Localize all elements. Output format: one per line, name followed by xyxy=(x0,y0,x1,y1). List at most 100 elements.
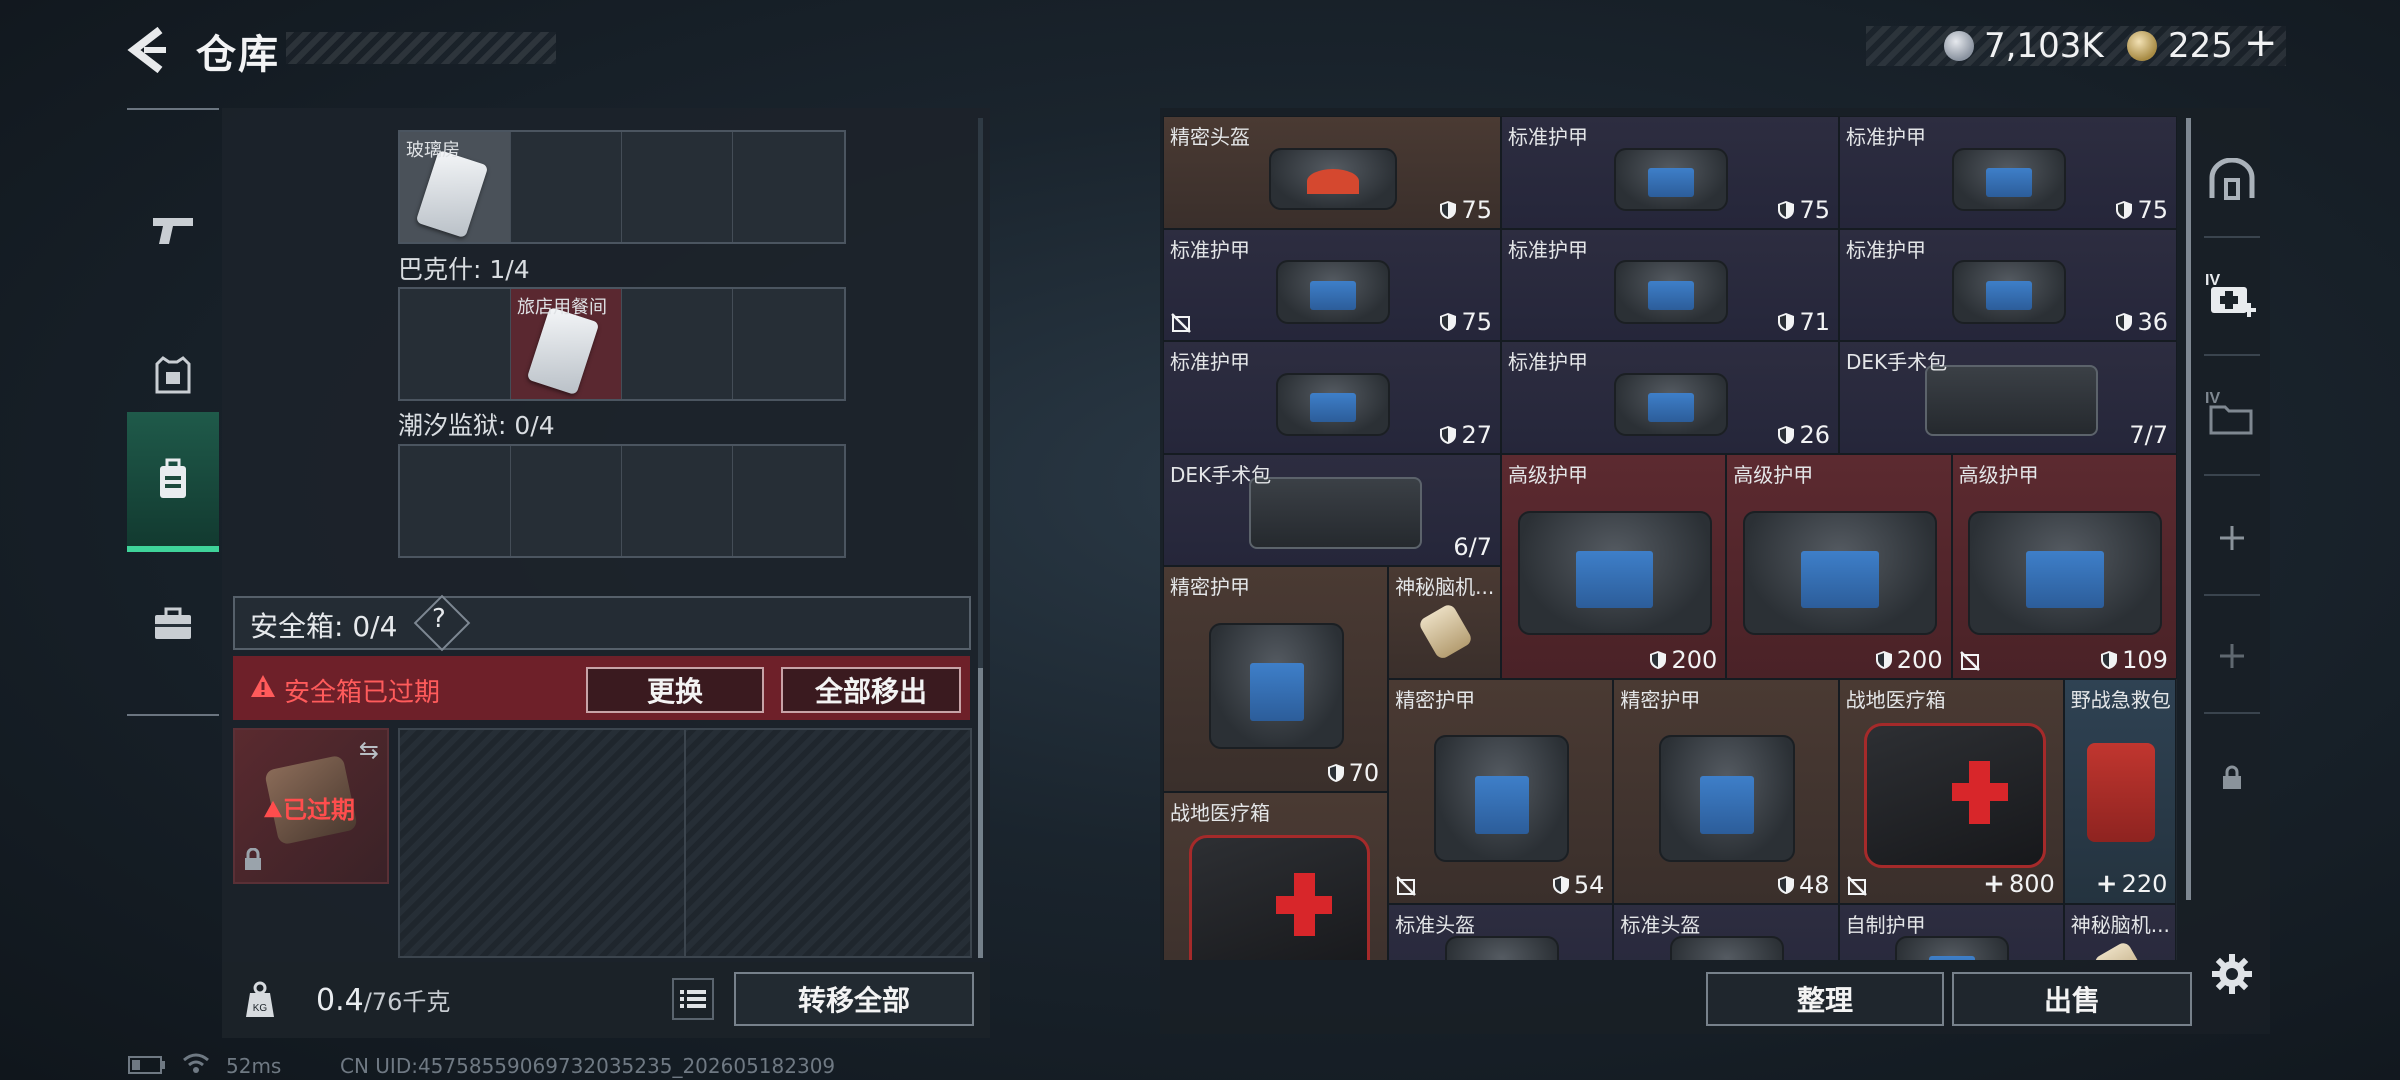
replace-button[interactable]: 更换 xyxy=(586,667,764,713)
shield-icon xyxy=(1650,650,1667,669)
empty-slot[interactable] xyxy=(622,289,733,399)
brain-device-image xyxy=(1417,602,1474,662)
inventory-item[interactable]: 神秘脑机... xyxy=(2063,904,2177,960)
transfer-all-button[interactable]: 转移全部 xyxy=(734,972,974,1026)
inventory-item[interactable]: 精密护甲 48 xyxy=(1613,679,1839,905)
inventory-item[interactable]: 标准护甲 75 xyxy=(1163,228,1501,342)
helmet-slot-icon xyxy=(2209,158,2255,200)
inventory-item[interactable]: 战地医疗箱 +800 xyxy=(1838,679,2064,905)
item-durability: 6/7 xyxy=(1453,533,1492,562)
empty-slot[interactable] xyxy=(400,446,511,556)
shield-icon xyxy=(1440,200,1457,219)
inventory-item[interactable]: 标准护甲 26 xyxy=(1501,341,1839,454)
helmet-image xyxy=(1268,148,1398,211)
divider xyxy=(2204,474,2260,476)
inventory-item[interactable]: 标准护甲 75 xyxy=(1501,116,1839,229)
heal-icon: + xyxy=(1983,869,2005,900)
armor-vest-image xyxy=(1517,511,1712,636)
inventory-item[interactable]: 自制护甲 xyxy=(1838,904,2064,960)
item-name: 战地医疗箱 xyxy=(1170,800,1270,825)
add-slot-tab[interactable] xyxy=(2204,628,2260,684)
folder-slot-tab[interactable]: IV xyxy=(2204,384,2260,440)
nav-backpack[interactable] xyxy=(127,412,219,552)
side-nav xyxy=(127,108,219,716)
empty-slot[interactable] xyxy=(733,132,844,242)
lock-icon xyxy=(2223,765,2241,789)
inventory-item[interactable]: 战地医疗箱 xyxy=(1163,791,1389,960)
shield-icon xyxy=(1440,313,1457,332)
inventory-item[interactable]: 精密护甲 70 xyxy=(1163,566,1389,792)
shield-icon xyxy=(1552,876,1569,895)
safebox-item[interactable]: ⇆ 已过期 xyxy=(233,728,389,884)
item-name: 标准护甲 xyxy=(1170,350,1250,375)
helmet-image xyxy=(1444,935,1559,960)
item-name: 精密头盔 xyxy=(1170,125,1250,149)
inventory-item[interactable]: 标准护甲 27 xyxy=(1163,341,1501,454)
inventory-item[interactable]: 神秘脑机... xyxy=(1388,566,1501,679)
armor-vest-image xyxy=(1743,511,1937,636)
divider xyxy=(2204,712,2260,714)
empty-slot[interactable] xyxy=(622,446,733,556)
back-arrow-icon[interactable] xyxy=(118,22,178,78)
locked-slot-tab[interactable] xyxy=(2204,750,2260,806)
section-title: 巴克什: 1/4 xyxy=(398,255,530,284)
shield-icon xyxy=(1440,425,1457,444)
empty-slot[interactable] xyxy=(733,446,844,556)
inventory-item[interactable]: DEK手术包 6/7 xyxy=(1163,453,1501,567)
list-view-button[interactable] xyxy=(672,978,714,1020)
weight-icon: KG xyxy=(238,970,282,1030)
container-item[interactable]: 玻璃房 xyxy=(400,132,511,242)
shield-icon xyxy=(2116,313,2133,332)
helmet-slot-tab[interactable] xyxy=(2204,152,2260,208)
inventory-item[interactable]: 野战急救包 +220 xyxy=(2063,679,2177,905)
first-aid-box-image xyxy=(1864,722,2046,869)
inventory-item[interactable]: 标准护甲 36 xyxy=(1839,228,2177,342)
inventory-scrollbar[interactable] xyxy=(2186,118,2191,900)
shield-icon xyxy=(1778,876,1795,895)
settings-button[interactable] xyxy=(2208,950,2256,998)
nav-weapons[interactable] xyxy=(127,160,219,300)
inventory-item[interactable]: 高级护甲 200 xyxy=(1726,453,1952,679)
item-name: 高级护甲 xyxy=(1733,462,1814,487)
empty-slot[interactable] xyxy=(733,289,844,399)
inventory-item[interactable]: 高级护甲 200 xyxy=(1501,453,1727,679)
inventory-item[interactable]: 精密头盔 75 xyxy=(1163,116,1501,229)
svg-text:IV: IV xyxy=(2205,272,2220,289)
inventory-item[interactable]: 标准护甲 71 xyxy=(1501,228,1839,342)
inventory-item[interactable]: DEK手术包 7/7 xyxy=(1839,341,2177,454)
plus-icon xyxy=(2220,526,2244,550)
add-slot-tab[interactable] xyxy=(2204,510,2260,566)
medkit-slot-tab[interactable]: IV xyxy=(2204,266,2260,322)
armor-vest-icon xyxy=(155,356,191,394)
item-durability: 109 xyxy=(2100,646,2168,674)
item-name: 标准护甲 xyxy=(1508,350,1588,375)
nav-case[interactable] xyxy=(127,554,219,694)
battery-icon xyxy=(128,1056,166,1078)
armor-vest-image xyxy=(1209,622,1345,750)
inventory-item[interactable]: 标准头盔 xyxy=(1388,904,1614,960)
inventory-item[interactable]: 标准头盔 xyxy=(1613,904,1839,960)
item-name: 标准护甲 xyxy=(1170,237,1250,262)
move-all-out-button[interactable]: 全部移出 xyxy=(781,667,961,713)
shield-icon xyxy=(2116,200,2133,219)
item-name: 精密护甲 xyxy=(1170,575,1250,600)
add-currency-button[interactable]: + xyxy=(2244,20,2278,66)
container-item[interactable]: 旅店用餐间 xyxy=(511,289,622,399)
item-name: 标准护甲 xyxy=(1846,237,1926,262)
item-durability: 75 xyxy=(2115,196,2168,224)
shield-icon xyxy=(1778,313,1795,332)
empty-slot[interactable] xyxy=(511,446,622,556)
svg-text:KG: KG xyxy=(253,1003,268,1014)
empty-slot[interactable] xyxy=(511,132,622,242)
armor-vest-image xyxy=(1613,260,1729,324)
empty-slot[interactable] xyxy=(622,132,733,242)
inventory-item[interactable]: 标准护甲 75 xyxy=(1839,116,2177,229)
section-title: 潮汐监狱: 0/4 xyxy=(398,411,555,440)
inventory-item[interactable]: 精密护甲 54 xyxy=(1388,679,1614,905)
sort-button[interactable]: 整理 xyxy=(1706,972,1944,1026)
sell-button[interactable]: 出售 xyxy=(1952,972,2192,1026)
item-durability: 27 xyxy=(1439,421,1492,449)
left-scrollbar-thumb[interactable] xyxy=(978,668,983,958)
empty-slot[interactable] xyxy=(400,289,511,399)
inventory-item[interactable]: 高级护甲 109 xyxy=(1951,453,2177,679)
